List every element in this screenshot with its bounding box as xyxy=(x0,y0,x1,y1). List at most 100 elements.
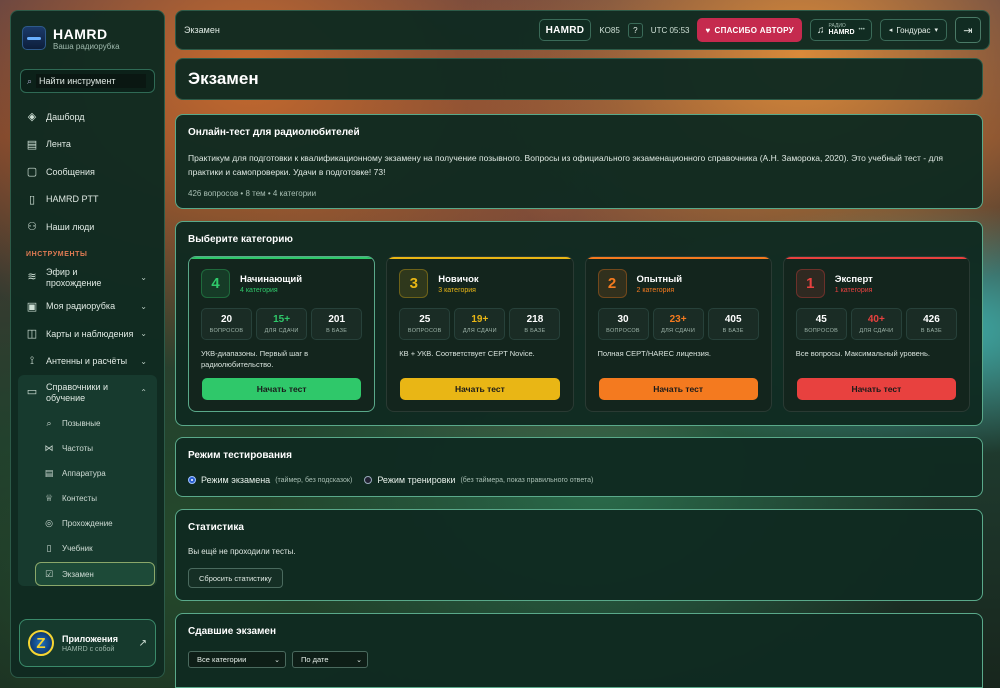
category-subtitle: 3 категория xyxy=(438,286,476,294)
stat-label: ДЛЯ СДАЧИ xyxy=(661,328,696,334)
sort-select[interactable]: По дате ⌄ xyxy=(292,651,368,668)
sidebar-item-label: Карты и наблюдения xyxy=(46,328,134,339)
sidebar-item-label: Наши люди xyxy=(46,221,95,232)
stat-base: 405 В БАЗЕ xyxy=(707,308,759,340)
intro-meta: 426 вопросов • 8 тем • 4 категории xyxy=(188,189,317,199)
thanks-author-button[interactable]: ♥ СПАСИБО АВТОРУ xyxy=(697,18,802,42)
sidebar-item-label: Эфир и прохождение xyxy=(46,266,102,288)
checkbox-icon: ☑ xyxy=(44,568,54,579)
category-number: 3 xyxy=(399,269,429,298)
help-button[interactable]: ? xyxy=(627,22,643,38)
passed-title: Сдавшие экзамен xyxy=(188,626,277,637)
sidebar-subitem-frequencies[interactable]: ⋈ Частоты xyxy=(18,436,157,461)
start-test-button[interactable]: Начать тест xyxy=(598,378,758,400)
stat-value: 15+ xyxy=(273,314,291,325)
search-icon: ⌕ xyxy=(46,418,52,428)
category-subtitle: 2 категория xyxy=(636,286,675,294)
sidebar-item-radio-room[interactable]: ▣ Моя радиорубка ⌄ xyxy=(18,293,157,321)
brand-logo xyxy=(22,26,46,50)
sidebar-item-ptt[interactable]: ▯ HAMRD PTT xyxy=(18,186,157,214)
stat-label: В БАЗЕ xyxy=(326,328,348,334)
stat-label: ВОПРОСОВ xyxy=(209,328,244,334)
chevron-down-icon: ⌄ xyxy=(140,329,147,339)
sidebar-subitem-propagation[interactable]: ◎ Прохождение xyxy=(18,511,157,536)
sidebar-subitem-textbook[interactable]: ▯ Учебник xyxy=(18,536,157,561)
mode-training-option[interactable]: Режим тренировки (без таймера, показ пра… xyxy=(364,475,593,485)
category-subtitle: 4 категория xyxy=(240,286,278,294)
sidebar-item-people[interactable]: ⚇ Наши люди xyxy=(18,213,157,241)
sidebar-subitem-callsigns[interactable]: ⌕ Позывные xyxy=(18,411,157,436)
mode-training-radio[interactable] xyxy=(364,476,373,484)
sidebar-item-reference[interactable]: ▭ Справочники и обучение ⌃ xyxy=(18,375,157,411)
intro-card: Онлайн-тест для радиолюбителей Практикум… xyxy=(175,114,983,209)
stat-value: 201 xyxy=(328,314,346,325)
category-card-beginner[interactable]: 4 Начинающий 4 категория 20 ВОПРОСОВ 15+ Д… xyxy=(188,256,376,412)
stat-label: ДЛЯ СДАЧИ xyxy=(462,328,497,334)
apps-title: Приложения xyxy=(62,633,118,644)
sidebar-item-antennas[interactable]: ⟟ Антенны и расчёты ⌄ xyxy=(18,348,157,376)
topbar-logo[interactable]: HAMRD xyxy=(538,19,592,41)
sidebar: HAMRD Ваша радиорубка ⌕ ◈ Дашборд ▤ Лент… xyxy=(10,10,165,678)
logout-button[interactable]: ⇥ xyxy=(955,17,981,43)
category-description: УКВ-диапазоны. Первый шаг в радиолюбител… xyxy=(201,349,309,370)
chevron-down-icon: ⌄ xyxy=(356,656,362,664)
chevron-down-icon: ⌄ xyxy=(140,301,147,311)
sidebar-item-maps[interactable]: ◫ Карты и наблюдения ⌄ xyxy=(18,320,157,348)
mode-exam-radio[interactable] xyxy=(188,476,196,484)
category-card-experienced[interactable]: 2 Опытный 2 категория 30 ВОПРОСОВ 23+ ДЛЯ … xyxy=(584,256,772,412)
category-description: КВ + УКВ. Соответствует CEPT Novice. xyxy=(399,349,535,358)
sidebar-group-reference: ▭ Справочники и обучение ⌃ ⌕ Позывные ⋈ … xyxy=(18,375,157,586)
sidebar-item-label: Сообщения xyxy=(46,166,95,177)
brand[interactable]: HAMRD Ваша радиорубка xyxy=(18,21,157,55)
chevron-left-icon: ◂ xyxy=(888,27,893,34)
stat-label: ДЛЯ СДАЧИ xyxy=(859,328,894,334)
brand-name: HAMRD xyxy=(53,25,108,42)
page-title: Экзамен xyxy=(188,69,259,88)
category-card-novice[interactable]: 3 Новичок 3 категория 25 ВОПРОСОВ 19+ ДЛЯ … xyxy=(386,256,574,412)
users-icon: ⚇ xyxy=(27,221,37,234)
reset-stats-button[interactable]: Сбросить статистику xyxy=(188,568,283,588)
sidebar-item-label: Дашборд xyxy=(46,111,85,122)
category-title: Новичок xyxy=(438,273,479,285)
category-title: Начинающий xyxy=(240,273,303,285)
search-icon: ⌕ xyxy=(27,75,33,86)
search-input[interactable] xyxy=(36,74,147,88)
categories-card: Выберите категорию 4 Начинающий 4 катего… xyxy=(175,221,983,426)
radio-player-button[interactable]: ♫ РАДИО HAMRD ••• xyxy=(809,19,872,41)
chevron-down-icon: ⌄ xyxy=(140,356,147,366)
start-test-button[interactable]: Начать тест xyxy=(202,378,362,400)
sidebar-subitem-label: Частоты xyxy=(62,444,94,453)
sidebar-subitem-label: Учебник xyxy=(62,544,93,553)
category-filter-select[interactable]: Все категории ⌄ xyxy=(188,651,286,668)
start-test-button[interactable]: Начать тест xyxy=(400,378,560,400)
category-card-expert[interactable]: 1 Эксперт 1 категория 45 ВОПРОСОВ 40+ ДЛЯ … xyxy=(782,256,970,412)
country-selector[interactable]: ◂ Гондурас ▾ xyxy=(879,19,947,41)
stat-label: ВОПРОСОВ xyxy=(407,328,442,334)
start-test-button[interactable]: Начать тест xyxy=(796,378,956,400)
category-description: Все вопросы. Максимальный уровень. xyxy=(795,349,930,358)
sidebar-item-label: HAMRD PTT xyxy=(46,194,99,205)
sidebar-subitem-equipment[interactable]: ▤ Аппаратура xyxy=(18,461,157,486)
sidebar-item-messages[interactable]: ▢ Сообщения xyxy=(18,158,157,186)
category-number: 2 xyxy=(597,269,627,298)
category-accent-line xyxy=(189,257,375,259)
heart-icon: ♥ xyxy=(705,25,711,35)
mode-exam-option[interactable]: Режим экзамена (таймер, без подсказок) xyxy=(188,475,352,485)
sidebar-subitem-label: Контесты xyxy=(62,494,97,503)
stat-value: 19+ xyxy=(471,314,489,325)
apps-card[interactable]: Z Приложения HAMRD с собой ↗ xyxy=(19,619,156,667)
logout-icon: ⇥ xyxy=(963,24,973,37)
sidebar-item-feed[interactable]: ▤ Лента xyxy=(18,131,157,159)
stat-questions: 30 ВОПРОСОВ xyxy=(597,308,649,340)
sidebar-subitem-contests[interactable]: ♕ Контесты xyxy=(18,486,157,511)
sidebar-item-propagation[interactable]: ≋ Эфир и прохождение ⌄ xyxy=(18,264,157,293)
category-accent-line xyxy=(585,257,771,259)
stat-base: 218 В БАЗЕ xyxy=(509,308,561,340)
sidebar-item-dashboard[interactable]: ◈ Дашборд xyxy=(18,103,157,131)
category-title: Эксперт xyxy=(834,273,873,285)
sidebar-subitem-exam[interactable]: ☑ Экзамен xyxy=(35,562,155,586)
sidebar-item-label: Антенны и расчёты xyxy=(46,356,128,367)
stat-pass: 19+ ДЛЯ СДАЧИ xyxy=(454,308,506,340)
stat-base: 201 В БАЗЕ xyxy=(311,308,363,340)
grid-locator: KO85 xyxy=(599,25,620,35)
